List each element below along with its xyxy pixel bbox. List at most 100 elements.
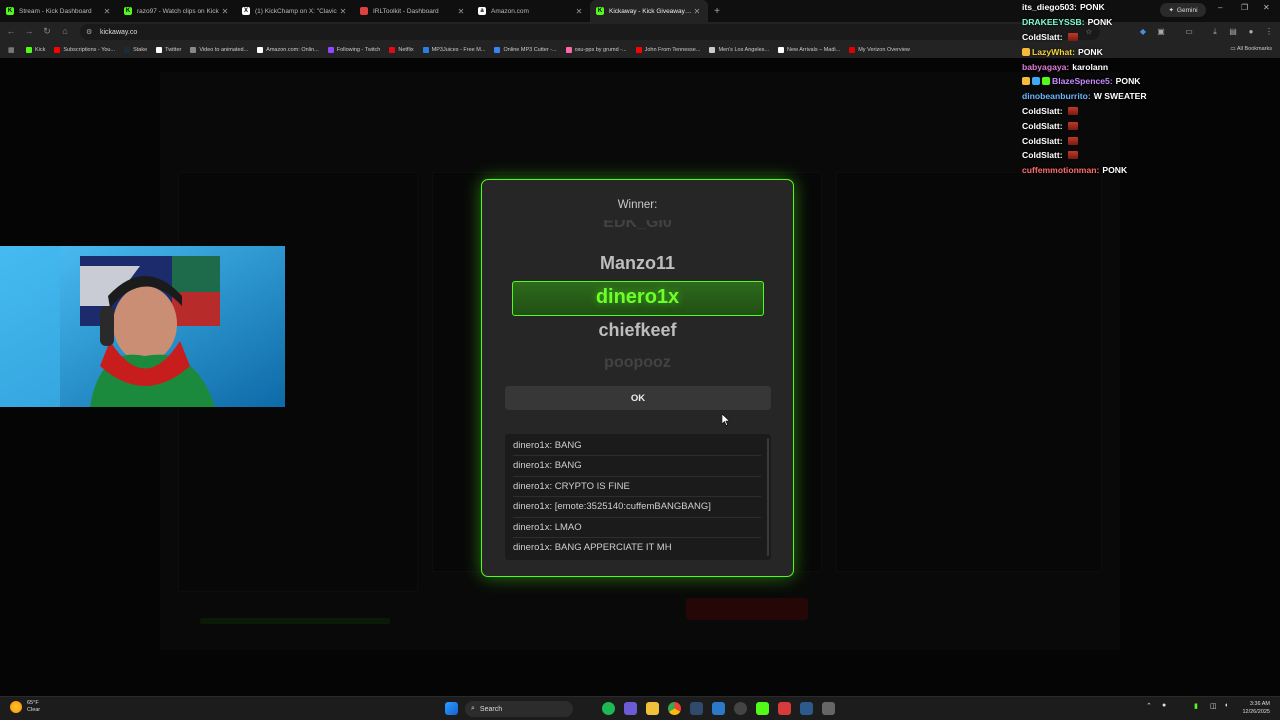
bookmark-list: Kick Subscriptions - You... Stake Twitter Vi… — [26, 47, 919, 53]
bookmark-item[interactable]: Men's Los Angeles... — [709, 47, 769, 53]
url-bar[interactable]: ⚙ kickaway.co ☆ — [80, 24, 1100, 40]
bookmark-favicon-icon — [389, 47, 396, 53]
weather-sun-icon — [10, 701, 22, 713]
bookmark-item[interactable]: Subscriptions - You... — [54, 47, 115, 53]
tray-app-icon[interactable]: ● — [1162, 702, 1166, 709]
close-tab-icon[interactable]: ✕ — [338, 7, 348, 16]
obs-icon[interactable] — [734, 702, 747, 715]
bookmark-favicon-icon — [635, 47, 642, 53]
taskbar-search[interactable]: ⌕ Search — [465, 701, 573, 717]
chat-text: PONK — [1102, 165, 1128, 176]
close-tab-icon[interactable]: ✕ — [456, 7, 466, 16]
bookmark-item[interactable]: Twitter — [156, 47, 181, 53]
bookmark-item[interactable]: Video to animated... — [190, 47, 248, 53]
discord-icon[interactable] — [624, 702, 637, 715]
chat-username[interactable]: ColdSlatt: — [1022, 32, 1063, 42]
chat-username[interactable]: ColdSlatt: — [1022, 121, 1063, 131]
browser-tab[interactable]: K Stream - Kick Dashboard ✕ — [0, 0, 118, 22]
new-tab-button[interactable]: + — [708, 0, 726, 22]
taskbar-clock[interactable]: 3:36 AM 12/26/2025 — [1242, 700, 1270, 716]
bookmark-favicon-icon — [327, 47, 334, 53]
back-icon[interactable]: ← — [5, 26, 17, 36]
chat-username[interactable]: LazyWhat: — [1032, 47, 1075, 57]
steam-icon[interactable] — [690, 702, 703, 715]
bookmark-item[interactable]: Following - Twitch — [327, 47, 381, 53]
chrome-icon[interactable] — [668, 702, 681, 715]
steam-client-icon[interactable] — [800, 702, 813, 715]
apps-grid-icon[interactable]: ▦ — [8, 46, 15, 54]
bookmark-favicon-icon — [54, 47, 61, 53]
chat-username[interactable]: cuffemmotionman: — [1022, 165, 1099, 175]
photos-icon[interactable] — [712, 702, 725, 715]
bookmark-item[interactable]: MP3Juices - Free M... — [422, 47, 486, 53]
chat-message: DRAKEEYSSB: PONK — [1022, 15, 1272, 30]
site-info-icon[interactable]: ⚙ — [86, 28, 94, 36]
webcam-image — [0, 246, 285, 407]
winner-messages-list[interactable]: dinero1x: BANG dinero1x: BANG dinero1x: CR… — [505, 434, 771, 560]
chat-message: ColdSlatt: — [1022, 148, 1272, 163]
bookmark-label: Subscriptions - You... — [63, 47, 116, 53]
chat-badge-icon — [1022, 47, 1030, 56]
bookmark-label: Netflix — [398, 47, 414, 53]
browser-tab[interactable]: K Kickaway - Kick Giveaway Tool ✕ — [590, 0, 708, 22]
network-icon[interactable]: ◫ — [1210, 702, 1217, 710]
app-icon[interactable] — [778, 702, 791, 715]
tab-favicon-icon: X — [242, 7, 250, 15]
file-explorer-icon[interactable] — [646, 702, 659, 715]
tab-favicon-icon: K — [6, 7, 14, 15]
bookmark-label: Following - Twitch — [336, 47, 381, 53]
chat-username[interactable]: babyagaya: — [1022, 62, 1069, 72]
chat-text: PONK — [1077, 46, 1103, 57]
chat-username[interactable]: ColdSlatt: — [1022, 106, 1063, 116]
close-tab-icon[interactable]: ✕ — [692, 7, 702, 16]
chat-username[interactable]: DRAKEEYSSB: — [1022, 17, 1085, 27]
kick-icon[interactable] — [756, 702, 769, 715]
chat-message: babyagaya: karolann — [1022, 59, 1272, 74]
chat-emote-icon — [1067, 106, 1078, 115]
bookmark-item[interactable]: New Arrivals – Madi... — [778, 47, 840, 53]
weather-widget[interactable]: 65°F Clear — [10, 700, 40, 714]
bookmark-item[interactable]: Amazon.com: Onlin... — [257, 47, 319, 53]
settings-gear-icon[interactable] — [822, 702, 835, 715]
chat-message: its_diego503: PONK — [1022, 0, 1272, 15]
bookmark-item[interactable]: John From Tennesse... — [635, 47, 700, 53]
bookmark-item[interactable]: My Verizon Overview — [849, 47, 910, 53]
browser-tab[interactable]: a Amazon.com ✕ — [472, 0, 590, 22]
volume-icon[interactable]: ◖ — [1224, 702, 1228, 709]
mic-icon[interactable]: ▮ — [1194, 702, 1198, 710]
chat-badge-icon — [1022, 77, 1030, 86]
winner-modal: Winner: EDK_GI0 Manzo11 dinero1x chiefke… — [481, 179, 794, 577]
bookmark-item[interactable]: Online MP3 Cutter -... — [494, 47, 557, 53]
bookmark-label: MP3Juices - Free M... — [431, 47, 486, 53]
forward-icon[interactable]: → — [23, 26, 35, 36]
reload-icon[interactable]: ↻ — [41, 26, 53, 37]
bookmark-item[interactable]: osu-pps by grumd -... — [565, 47, 627, 53]
bookmark-item[interactable]: Stake — [124, 47, 147, 53]
chat-username[interactable]: ColdSlatt: — [1022, 150, 1063, 160]
messages-scrollbar[interactable] — [767, 438, 769, 556]
bookmark-favicon-icon — [124, 47, 131, 53]
bookmark-item[interactable]: Kick — [26, 47, 45, 53]
bookmark-label: Twitter — [165, 47, 182, 53]
bookmark-favicon-icon — [26, 47, 32, 53]
bookmark-favicon-icon — [257, 47, 264, 53]
tray-chevron-icon[interactable]: ⌃ — [1146, 702, 1152, 710]
start-menu-icon[interactable] — [445, 702, 458, 715]
bookmark-item[interactable]: Netflix — [389, 47, 414, 53]
tab-favicon-icon: K — [124, 7, 132, 15]
ok-button[interactable]: OK — [505, 386, 771, 410]
chat-username[interactable]: dinobeanburrito: — [1022, 91, 1091, 101]
close-tab-icon[interactable]: ✕ — [102, 7, 112, 16]
spotify-icon[interactable] — [602, 702, 615, 715]
browser-tab[interactable]: X (1) KickChamp on X: "Clavic ✕ — [236, 0, 354, 22]
browser-tab[interactable]: Krazo97 - Watch clips on Kick ✕ — [118, 0, 236, 22]
close-tab-icon[interactable]: ✕ — [574, 7, 584, 16]
close-tab-icon[interactable]: ✕ — [220, 7, 230, 16]
browser-tab[interactable]: IRLToolkit - Dashboard ✕ — [354, 0, 472, 22]
chat-username[interactable]: BlazeSpence5: — [1052, 76, 1113, 86]
chat-username[interactable]: its_diego503: — [1022, 2, 1077, 12]
chat-badge-icon — [1032, 77, 1040, 86]
chat-message: BlazeSpence5: PONK — [1022, 74, 1272, 89]
chat-username[interactable]: ColdSlatt: — [1022, 136, 1063, 146]
home-icon[interactable]: ⌂ — [59, 26, 71, 36]
